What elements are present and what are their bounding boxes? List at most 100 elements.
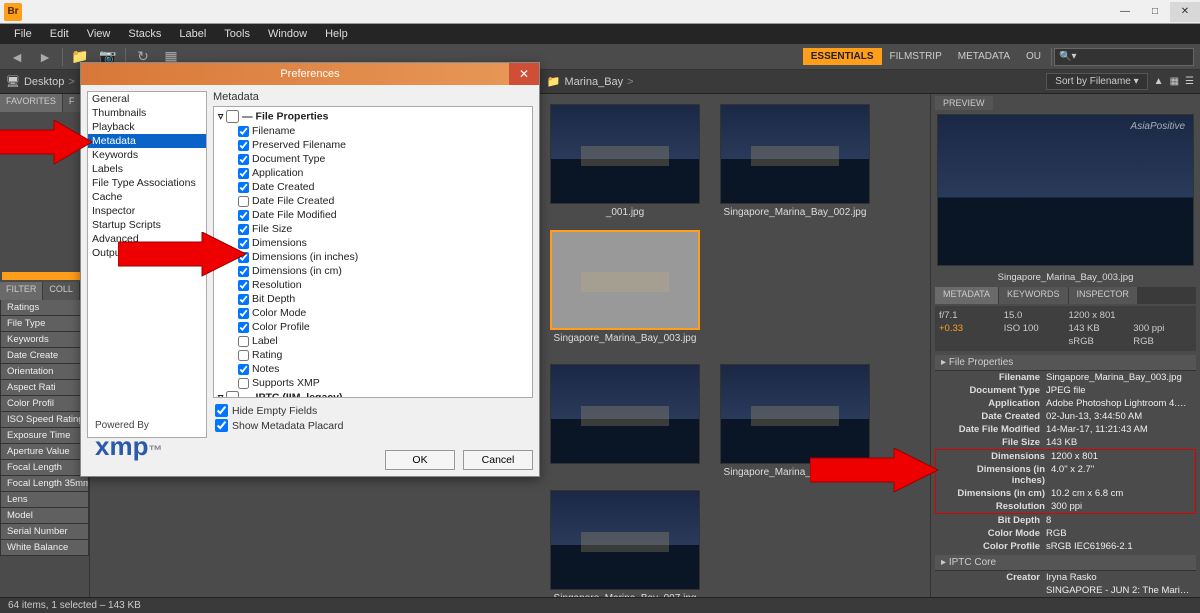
status-bar: 64 items, 1 selected – 143 KB: [0, 597, 1200, 613]
tab-preview[interactable]: PREVIEW: [935, 96, 993, 110]
tree-item[interactable]: Dimensions: [216, 236, 530, 250]
filter-item[interactable]: Date Create: [0, 348, 89, 364]
tree-item[interactable]: Application: [216, 166, 530, 180]
sort-asc-icon[interactable]: ▲: [1154, 76, 1164, 87]
breadcrumb-folder-name[interactable]: Marina_Bay: [564, 76, 623, 88]
xmp-logo: Powered By xmp™: [95, 420, 162, 462]
tree-item[interactable]: Document Type: [216, 152, 530, 166]
tree-item[interactable]: Color Mode: [216, 306, 530, 320]
search-input[interactable]: [1054, 48, 1194, 66]
minimize-button[interactable]: —: [1110, 2, 1140, 22]
view-list-icon[interactable]: ☰: [1185, 76, 1194, 87]
section-iptc-core[interactable]: ▸ IPTC Core: [935, 555, 1196, 571]
pref-category-keywords[interactable]: Keywords: [88, 148, 206, 162]
menu-window[interactable]: Window: [260, 26, 315, 42]
sort-dropdown[interactable]: Sort by Filename ▾: [1046, 73, 1147, 90]
ok-button[interactable]: OK: [385, 450, 455, 470]
view-grid-icon[interactable]: ▦: [1170, 76, 1179, 87]
filter-item[interactable]: Keywords: [0, 332, 89, 348]
filter-item[interactable]: Model: [0, 508, 89, 524]
thumbnail[interactable]: _001.jpg: [550, 104, 700, 218]
cancel-button[interactable]: Cancel: [463, 450, 533, 470]
pref-category-playback[interactable]: Playback: [88, 120, 206, 134]
pref-category-file-type-associations[interactable]: File Type Associations: [88, 176, 206, 190]
filter-item[interactable]: ISO Speed Ratings: [0, 412, 89, 428]
filter-item[interactable]: White Balance: [0, 540, 89, 556]
menu-stacks[interactable]: Stacks: [120, 26, 169, 42]
summary-aperture: f/7.1: [939, 310, 998, 321]
back-icon[interactable]: ◄: [6, 47, 28, 67]
filter-item[interactable]: Color Profil: [0, 396, 89, 412]
show-placard-checkbox[interactable]: Show Metadata Placard: [215, 419, 531, 432]
tab-folders[interactable]: F: [63, 94, 81, 112]
workspace-tab-filmstrip[interactable]: FILMSTRIP: [882, 48, 950, 65]
tab-inspector[interactable]: INSPECTOR: [1069, 287, 1137, 304]
tree-item[interactable]: Resolution: [216, 278, 530, 292]
tree-group[interactable]: ▿ — IPTC (IIM, legacy): [216, 390, 530, 398]
tree-group[interactable]: ▿ — File Properties: [216, 109, 530, 124]
filter-item[interactable]: Exposure Time: [0, 428, 89, 444]
tree-item[interactable]: Color Profile: [216, 320, 530, 334]
tree-item[interactable]: Date Created: [216, 180, 530, 194]
pref-category-metadata[interactable]: Metadata: [88, 134, 206, 148]
tree-item[interactable]: Supports XMP: [216, 376, 530, 390]
thumbnail[interactable]: [550, 364, 700, 478]
dialog-close-button[interactable]: ✕: [509, 63, 539, 85]
tree-item[interactable]: Date File Modified: [216, 208, 530, 222]
tree-item[interactable]: Filename: [216, 124, 530, 138]
tab-collections[interactable]: COLL: [43, 282, 79, 300]
menu-file[interactable]: File: [6, 26, 40, 42]
filter-item[interactable]: File Type: [0, 316, 89, 332]
pref-category-thumbnails[interactable]: Thumbnails: [88, 106, 206, 120]
tab-keywords[interactable]: KEYWORDS: [999, 287, 1068, 304]
filter-item[interactable]: Orientation: [0, 364, 89, 380]
close-button[interactable]: ✕: [1170, 2, 1200, 22]
filter-item[interactable]: Focal Length: [0, 460, 89, 476]
menu-view[interactable]: View: [79, 26, 119, 42]
tree-item[interactable]: Preserved Filename: [216, 138, 530, 152]
tree-item[interactable]: Label: [216, 334, 530, 348]
tree-item[interactable]: File Size: [216, 222, 530, 236]
tree-item[interactable]: Bit Depth: [216, 292, 530, 306]
pref-category-inspector[interactable]: Inspector: [88, 204, 206, 218]
menu-help[interactable]: Help: [317, 26, 356, 42]
tab-metadata[interactable]: METADATA: [935, 287, 998, 304]
menu-edit[interactable]: Edit: [42, 26, 77, 42]
thumbnail[interactable]: Singapore_Marina_Bay_007.jpg: [550, 490, 700, 597]
workspace-tab-ou[interactable]: OU: [1018, 48, 1049, 65]
desktop-icon: 🖥: [6, 75, 20, 88]
tree-item[interactable]: Rating: [216, 348, 530, 362]
tree-item[interactable]: Notes: [216, 362, 530, 376]
filter-item[interactable]: Ratings: [0, 300, 89, 316]
thumbnail[interactable]: Singapore_Marina_Bay_003.jpg: [550, 230, 700, 344]
filter-item[interactable]: Focal Length 35mm: [0, 476, 89, 492]
menu-tools[interactable]: Tools: [216, 26, 258, 42]
thumbnail-label: _001.jpg: [550, 207, 700, 218]
thumbnail[interactable]: Singapore_Marina_Bay_002.jpg: [720, 104, 870, 218]
tree-item[interactable]: Dimensions (in inches): [216, 250, 530, 264]
metadata-tree[interactable]: ▿ — File PropertiesFilenamePreserved Fil…: [213, 106, 533, 398]
tab-filter[interactable]: FILTER: [0, 282, 42, 300]
forward-icon[interactable]: ►: [34, 47, 56, 67]
filter-item[interactable]: Lens: [0, 492, 89, 508]
pref-category-cache[interactable]: Cache: [88, 190, 206, 204]
menu-label[interactable]: Label: [171, 26, 214, 42]
pref-category-general[interactable]: General: [88, 92, 206, 106]
breadcrumb-desktop[interactable]: Desktop: [24, 76, 64, 88]
tree-item[interactable]: Date File Created: [216, 194, 530, 208]
filter-item[interactable]: Serial Number: [0, 524, 89, 540]
hide-empty-checkbox[interactable]: Hide Empty Fields: [215, 404, 531, 417]
metadata-row: Color ModeRGB: [935, 527, 1196, 540]
pref-category-labels[interactable]: Labels: [88, 162, 206, 176]
filter-item[interactable]: Aperture Value: [0, 444, 89, 460]
breadcrumb-folder[interactable]: 📁 Marina_Bay >: [547, 75, 634, 88]
filter-item[interactable]: Aspect Rati: [0, 380, 89, 396]
tree-item[interactable]: Dimensions (in cm): [216, 264, 530, 278]
workspace-tab-metadata[interactable]: METADATA: [950, 48, 1018, 65]
maximize-button[interactable]: □: [1140, 2, 1170, 22]
breadcrumb-left[interactable]: 🖥 Desktop >: [6, 75, 75, 88]
pref-category-startup-scripts[interactable]: Startup Scripts: [88, 218, 206, 232]
section-file-properties[interactable]: ▸ File Properties: [935, 355, 1196, 371]
tab-favorites[interactable]: FAVORITES: [0, 94, 62, 112]
workspace-tab-essentials[interactable]: ESSENTIALS: [803, 48, 882, 65]
